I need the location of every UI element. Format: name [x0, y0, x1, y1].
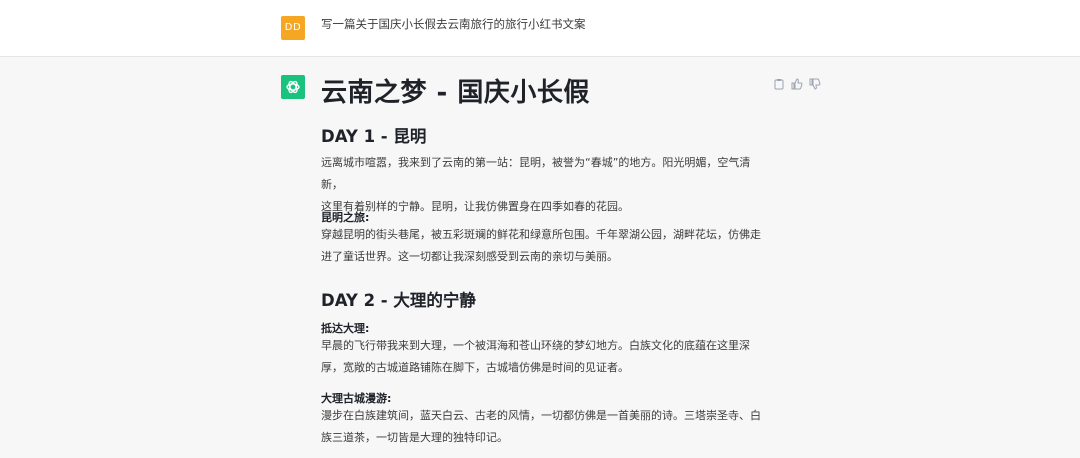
user-message-row: DD 写一篇关于国庆小长假去云南旅行的旅行小红书文案: [0, 0, 1080, 57]
day1-heading: DAY 1 - 昆明: [321, 127, 427, 146]
day2-subtitle-1: 抵达大理:: [321, 322, 370, 335]
day2-sub1-line1: 早晨的飞行带我来到大理，一个被洱海和苍山环绕的梦幻地方。白族文化的底蕴在这里深: [321, 339, 750, 352]
openai-logo-icon: [281, 75, 305, 99]
day2-sub2-line1: 漫步在白族建筑间，蓝天白云、古老的风情，一切都仿佛是一首美丽的诗。三塔崇圣寺、白: [321, 409, 761, 422]
thumbs-up-icon[interactable]: [791, 75, 803, 90]
day1-para-line1: 远离城市喧嚣，我来到了云南的第一站：昆明，被誉为“春城”的地方。阳光明媚，空气清…: [321, 156, 751, 191]
day2-sub2-line2: 族三道茶，一切皆是大理的独特印记。: [321, 431, 508, 444]
user-prompt-text: 写一篇关于国庆小长假去云南旅行的旅行小红书文案: [321, 17, 586, 31]
day2-sub-paragraph-1: 早晨的飞行带我来到大理，一个被洱海和苍山环绕的梦幻地方。白族文化的底蕴在这里深 …: [321, 335, 763, 379]
response-title: 云南之梦 - 国庆小长假: [321, 78, 590, 108]
day1-paragraph: 远离城市喧嚣，我来到了云南的第一站：昆明，被誉为“春城”的地方。阳光明媚，空气清…: [321, 152, 763, 218]
day2-sub1-line2: 厚，宽敞的古城道路铺陈在脚下，古城墙仿佛是时间的见证者。: [321, 361, 629, 374]
day1-subtitle: 昆明之旅:: [321, 211, 370, 224]
day2-subtitle-2: 大理古城漫游:: [321, 392, 392, 405]
thumbs-down-icon[interactable]: [809, 75, 821, 90]
user-avatar: DD: [281, 16, 305, 40]
day1-sub-line2: 进了童话世界。这一切都让我深刻感受到云南的亲切与美丽。: [321, 250, 618, 263]
day1-sub-line1: 穿越昆明的街头巷尾，被五彩斑斓的鲜花和绿意所包围。千年翠湖公园，湖畔花坛，仿佛走: [321, 228, 761, 241]
day1-sub-paragraph: 穿越昆明的街头巷尾，被五彩斑斓的鲜花和绿意所包围。千年翠湖公园，湖畔花坛，仿佛走…: [321, 224, 763, 268]
clipboard-icon[interactable]: [773, 75, 785, 90]
message-actions: [773, 75, 821, 90]
day2-heading: DAY 2 - 大理的宁静: [321, 291, 476, 310]
assistant-message-row: 云南之梦 - 国庆小长假 DAY 1 - 昆明 远离城市喧嚣，我来到了云南的第一…: [0, 57, 1080, 458]
day2-sub-paragraph-2: 漫步在白族建筑间，蓝天白云、古老的风情，一切都仿佛是一首美丽的诗。三塔崇圣寺、白…: [321, 405, 763, 449]
